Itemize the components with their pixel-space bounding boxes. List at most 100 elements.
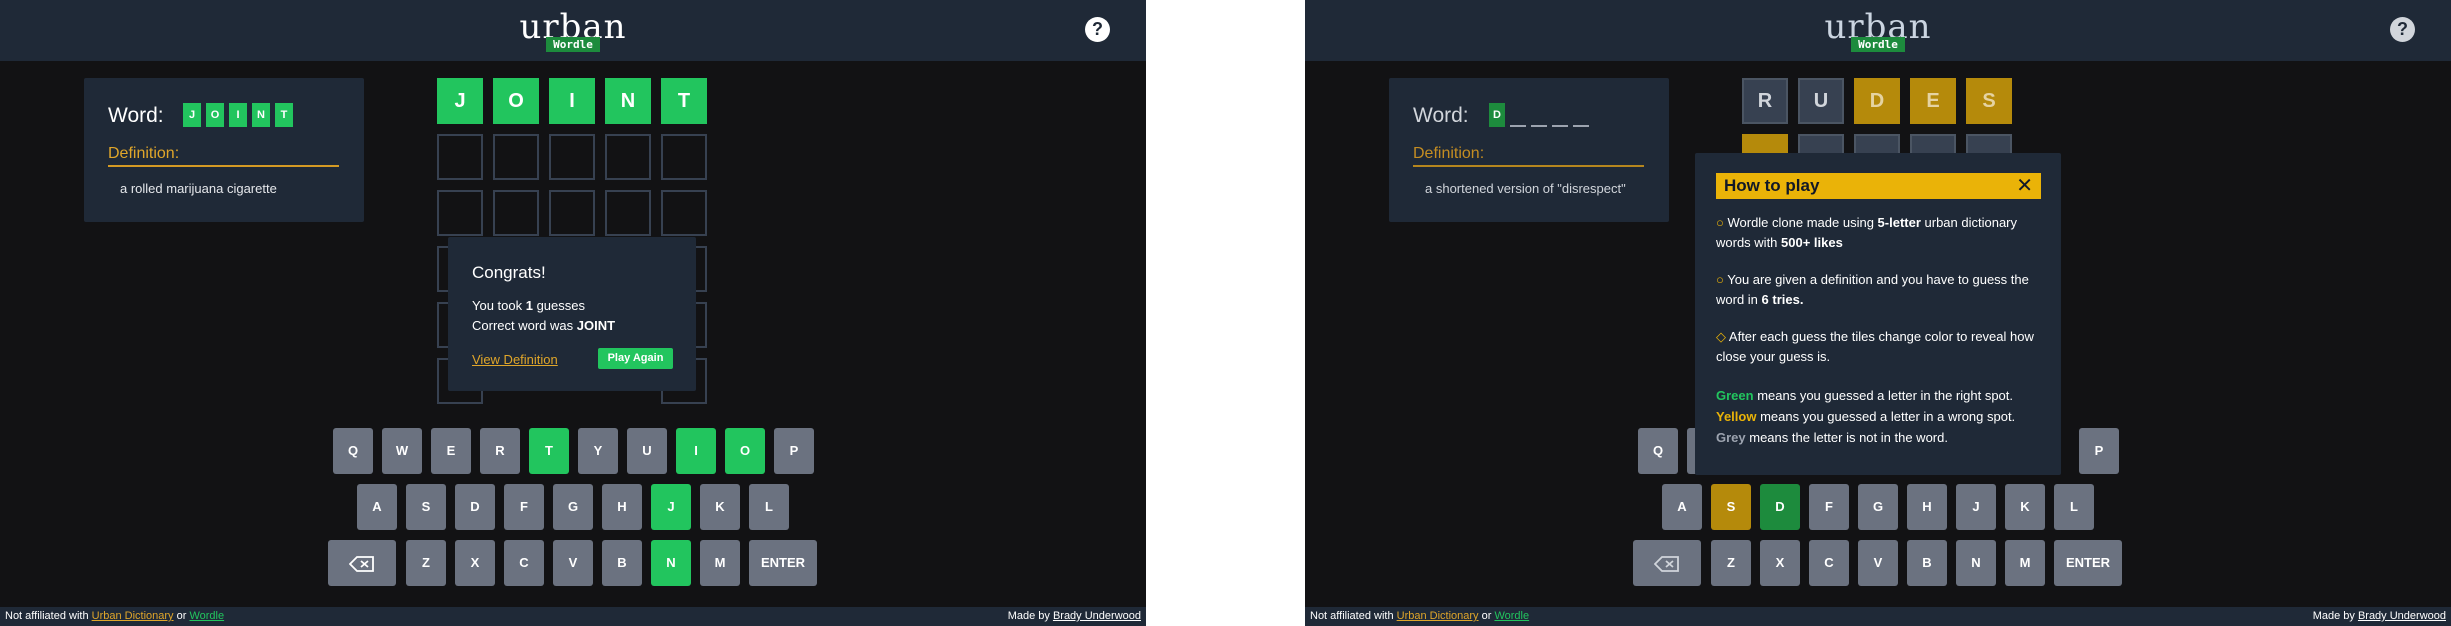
board-tile: R [1742,78,1788,124]
key-f[interactable]: F [504,484,544,530]
urban-wordle-logo[interactable]: urban Wordle [1823,10,1933,56]
help-icon[interactable]: ? [1085,17,1110,42]
key-q[interactable]: Q [333,428,373,474]
enter-key[interactable]: ENTER [749,540,817,586]
key-k[interactable]: K [2005,484,2045,530]
key-t[interactable]: T [529,428,569,474]
how-to-play-title: How to play [1724,176,1820,195]
footer-not-affiliated: Not affiliated with [1310,610,1397,622]
urban-dictionary-link[interactable]: Urban Dictionary [1397,610,1479,622]
backspace-icon [348,555,374,572]
key-x[interactable]: X [1760,540,1800,586]
key-w[interactable]: W [382,428,422,474]
definition-divider [1413,165,1644,167]
key-p[interactable]: P [2079,428,2119,474]
key-q[interactable]: Q [1638,428,1678,474]
wordle-link[interactable]: Wordle [189,610,224,622]
word-label: Word: [108,104,164,127]
urban-dictionary-link[interactable]: Urban Dictionary [92,610,174,622]
key-b[interactable]: B [602,540,642,586]
backspace-key[interactable] [328,540,396,586]
key-d[interactable]: D [455,484,495,530]
rule-3: ◇ After each guess the tiles change colo… [1716,327,2041,367]
key-n[interactable]: N [1956,540,1996,586]
correct-word-prefix: Correct word was [472,318,577,333]
board-tile: N [605,78,651,124]
rule-2-b: 6 tries. [1761,292,1804,307]
congrats-dialog: Congrats! You took 1 guesses Correct wor… [448,237,696,391]
key-y[interactable]: Y [578,428,618,474]
key-e[interactable]: E [431,428,471,474]
key-f[interactable]: F [1809,484,1849,530]
board-tile: E [1910,78,1956,124]
game-screen-solved: urban Wordle ? Word: J O I N T Definitio… [0,0,1146,626]
key-v[interactable]: V [553,540,593,586]
board-tile: J [437,78,483,124]
key-g[interactable]: G [553,484,593,530]
board-tile [661,190,707,236]
key-j[interactable]: J [1956,484,1996,530]
definition-divider [108,165,339,167]
author-link[interactable]: Brady Underwood [2358,610,2446,622]
urban-wordle-logo[interactable]: urban Wordle [518,10,628,56]
key-i[interactable]: I [676,428,716,474]
enter-key[interactable]: ENTER [2054,540,2122,586]
word-hint-tile: N [252,103,270,127]
key-k[interactable]: K [700,484,740,530]
key-u[interactable]: U [627,428,667,474]
key-z[interactable]: Z [406,540,446,586]
play-again-button[interactable]: Play Again [598,348,673,369]
legend-grey: Grey means the letter is not in the word… [1716,428,2041,448]
word-hint-tile: O [206,103,224,127]
key-x[interactable]: X [455,540,495,586]
key-c[interactable]: C [504,540,544,586]
word-hint-tile: J [183,103,201,127]
footer-not-affiliated: Not affiliated with [5,610,92,622]
author-link[interactable]: Brady Underwood [1053,610,1141,622]
board-tile [605,134,651,180]
backspace-key[interactable] [1633,540,1701,586]
key-o[interactable]: O [725,428,765,474]
word-hint-tile: T [275,103,293,127]
key-h[interactable]: H [1907,484,1947,530]
key-s[interactable]: S [1711,484,1751,530]
legend-grey-text: means the letter is not in the word. [1745,430,1948,445]
rule-1-a: Wordle clone made using [1727,215,1878,230]
key-g[interactable]: G [1858,484,1898,530]
rule-1-d: 500+ likes [1781,235,1843,250]
key-l[interactable]: L [2054,484,2094,530]
key-z[interactable]: Z [1711,540,1751,586]
close-icon[interactable]: ✕ [2016,173,2033,199]
how-to-play-header: How to play ✕ [1716,173,2041,199]
key-n[interactable]: N [651,540,691,586]
footer: Not affiliated with Urban Dictionary or … [0,607,1146,626]
help-icon[interactable]: ? [2390,17,2415,42]
legend-yellow: Yellow means you guessed a letter in a w… [1716,407,2041,427]
key-c[interactable]: C [1809,540,1849,586]
key-d[interactable]: D [1760,484,1800,530]
key-s[interactable]: S [406,484,446,530]
board-tile: D [1854,78,1900,124]
board-tile: S [1966,78,2012,124]
definition-text: a rolled marijuana cigarette [120,181,277,196]
key-v[interactable]: V [1858,540,1898,586]
key-b[interactable]: B [1907,540,1947,586]
key-l[interactable]: L [749,484,789,530]
key-a[interactable]: A [1662,484,1702,530]
key-a[interactable]: A [357,484,397,530]
view-definition-link[interactable]: View Definition [472,352,558,367]
rule-1-b: 5-letter [1877,215,1921,230]
board-tile [437,134,483,180]
backspace-icon [1653,555,1679,572]
bullet-icon: ◇ [1716,329,1729,344]
key-h[interactable]: H [602,484,642,530]
key-m[interactable]: M [2005,540,2045,586]
wordle-link[interactable]: Wordle [1494,610,1529,622]
key-m[interactable]: M [700,540,740,586]
key-r[interactable]: R [480,428,520,474]
key-j[interactable]: J [651,484,691,530]
board-tile [437,190,483,236]
key-p[interactable]: P [774,428,814,474]
word-hint-tile: D [1489,103,1505,127]
app-header: urban Wordle ? [0,0,1146,61]
